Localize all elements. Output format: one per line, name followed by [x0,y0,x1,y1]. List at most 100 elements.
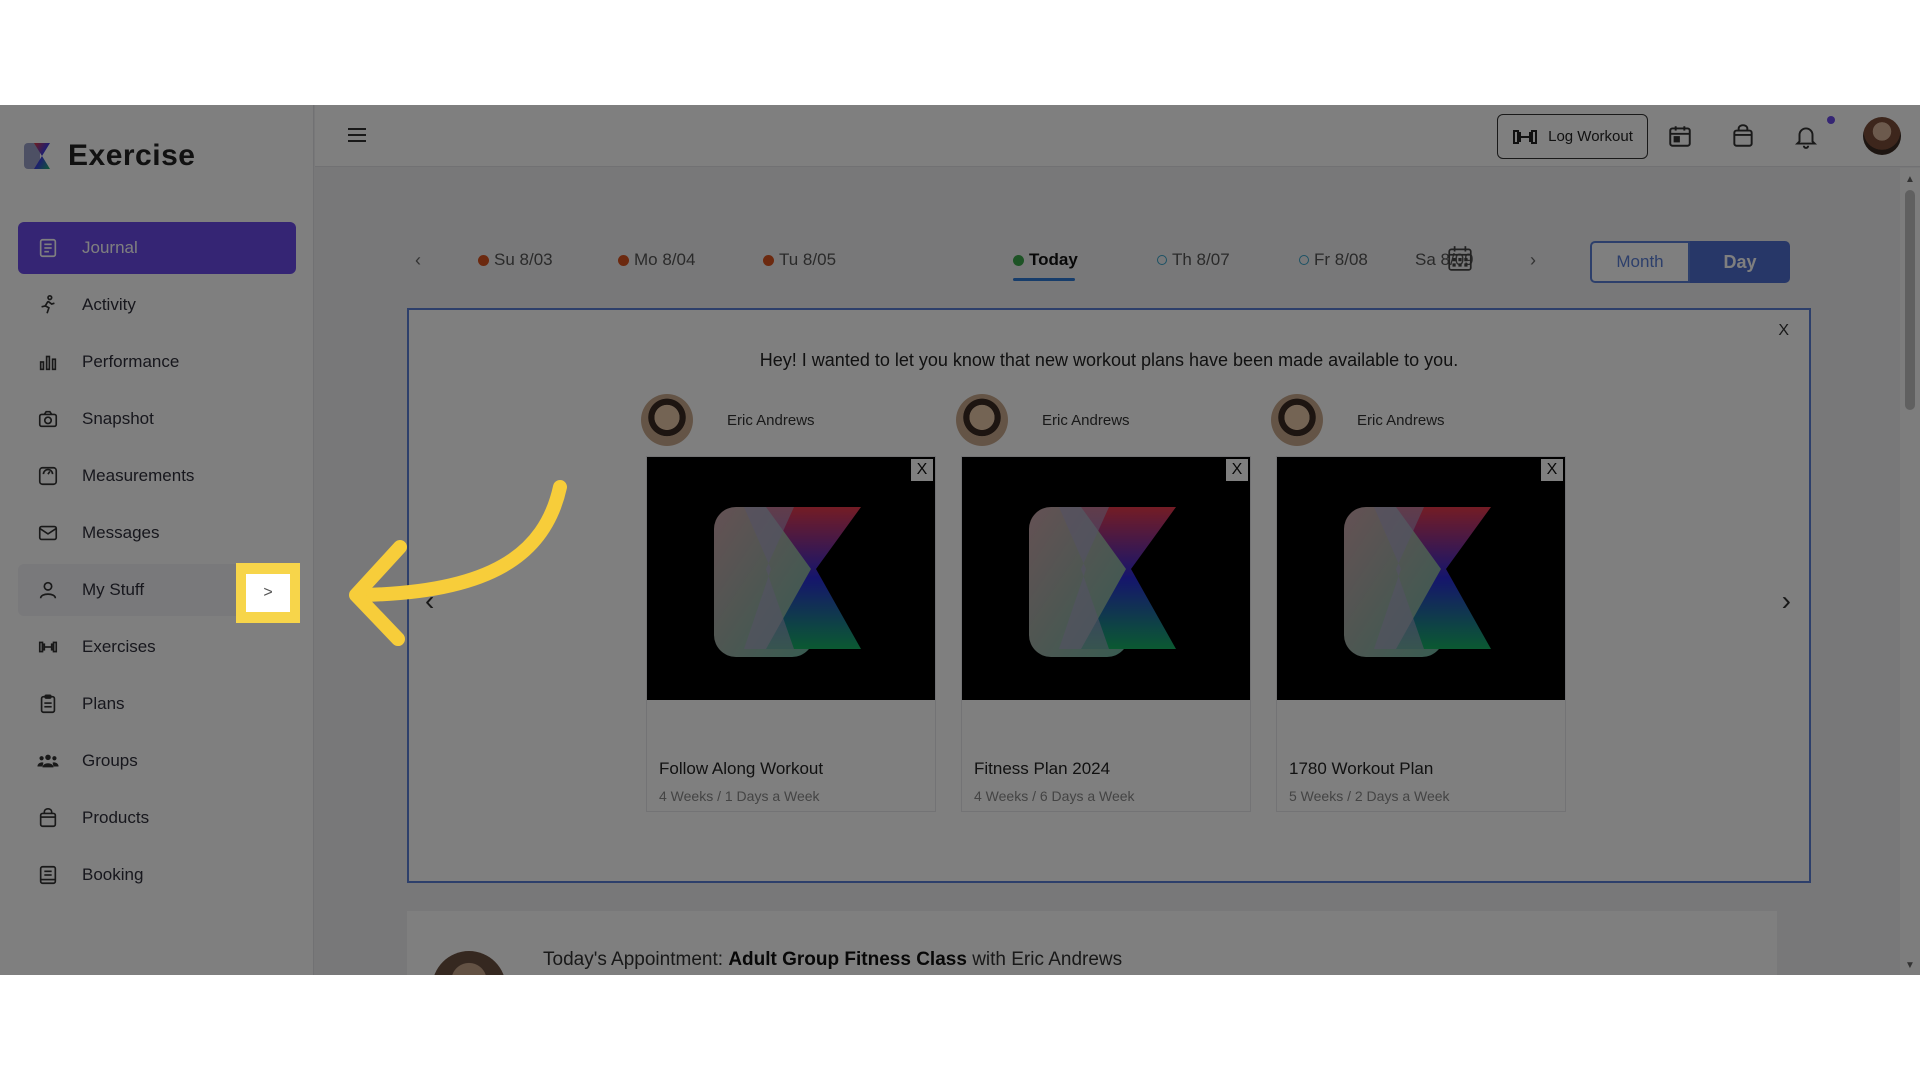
coach-avatar [1271,394,1323,446]
date-tab-tu[interactable]: Tu 8/05 [763,250,836,270]
date-label: Mo 8/04 [634,250,696,269]
user-avatar[interactable] [1863,117,1901,155]
carousel-next-button[interactable]: › [1782,585,1791,617]
sidebar-item-plans[interactable]: Plans [18,678,296,730]
plan-logo-icon [1029,506,1176,657]
coach-info: Eric Andrews [641,392,931,448]
date-label: Today [1029,250,1078,269]
card-close-button[interactable]: X [1541,459,1563,481]
announcement-close-button[interactable]: X [1778,322,1789,340]
status-dot [1013,254,1024,266]
date-label: Tu 8/05 [779,250,837,269]
dumbbell-icon [1513,129,1538,144]
appointment-suffix: with Eric Andrews [972,949,1123,970]
date-navigation: ‹ Su 8/03 Mo 8/04 Tu 8/05 Today Th 8/07 … [405,236,1790,284]
plan-logo-icon [714,506,861,657]
scrollbar-thumb[interactable] [1905,190,1915,410]
coach-name: Eric Andrews [1357,411,1445,429]
plan-title: 1780 Workout Plan [1289,759,1434,778]
calendar-picker-icon[interactable] [1447,244,1473,272]
plan-duration: 4 Weeks / 6 Days a Week [974,788,1135,804]
brand-logo-icon [24,143,50,169]
sidebar-item-label: Journal [82,238,138,257]
log-workout-label: Log Workout [1548,128,1633,145]
chevron-right-icon: > [246,574,290,612]
brand-name: Exercise [68,139,196,172]
sidebar-item-label: My Stuff [82,580,145,599]
calendar-icon[interactable] [1667,123,1693,149]
date-tab-today[interactable]: Today [1013,250,1078,270]
status-ring [1299,255,1309,265]
active-tab-underline [1013,278,1075,281]
date-label: Su 8/03 [494,250,553,269]
month-view-button[interactable]: Month [1590,241,1690,283]
plan-card[interactable]: X Follow Along Workout 4 Weeks / 1 Days … [646,456,936,812]
sidebar: Exercise Journal Activity Performance Sn… [0,105,314,975]
card-close-button[interactable]: X [1226,459,1248,481]
journal-icon [36,236,60,260]
card-close-button[interactable]: X [911,459,933,481]
sidebar-item-measurements[interactable]: Measurements [18,450,296,502]
appointment-prefix: Today's Appointment: [543,949,724,970]
prev-week-button[interactable]: ‹ [415,250,421,271]
sidebar-item-label: Activity [82,295,136,314]
plan-card[interactable]: X 1780 Workout Plan 5 Weeks / 2 Days a W… [1276,456,1566,812]
scale-icon [36,464,60,488]
performance-icon [36,350,60,374]
plan-logo-icon [1344,506,1491,657]
plan-title: Follow Along Workout [659,759,824,778]
user-icon [36,578,60,602]
sidebar-item-label: Booking [82,865,144,884]
hamburger-menu-icon[interactable] [345,123,369,147]
clipboard-icon [36,692,60,716]
coach-info: Eric Andrews [1271,392,1561,448]
sidebar-item-messages[interactable]: Messages [18,507,296,559]
workout-plans-announcement: X Hey! I wanted to let you know that new… [407,308,1811,883]
plan-card-wrapper: Eric Andrews X Fitness Plan 2024 4 Weeks… [956,392,1251,812]
appointment-text: Today's Appointment: Adult Group Fitness… [543,949,1122,971]
my-stuff-expand-button[interactable]: > [236,563,300,623]
coach-name: Eric Andrews [727,411,815,429]
app-window: Exercise Journal Activity Performance Sn… [0,105,1920,975]
brand[interactable]: Exercise [22,139,195,173]
shop-icon[interactable] [1730,123,1756,149]
date-tab-mo[interactable]: Mo 8/04 [618,250,695,270]
camera-icon [36,407,60,431]
next-week-button[interactable]: › [1530,250,1536,271]
book-icon [36,863,60,887]
date-tab-fr[interactable]: Fr 8/08 [1299,250,1368,270]
date-tab-th[interactable]: Th 8/07 [1157,250,1230,270]
coach-avatar [956,394,1008,446]
sidebar-item-products[interactable]: Products [18,792,296,844]
sidebar-item-snapshot[interactable]: Snapshot [18,393,296,445]
sidebar-item-groups[interactable]: Groups [18,735,296,787]
page-scrollbar[interactable]: ▲ ▼ [1900,168,1920,975]
coach-name: Eric Andrews [1042,411,1130,429]
sidebar-item-journal[interactable]: Journal [18,222,296,274]
plan-duration: 5 Weeks / 2 Days a Week [1289,788,1450,804]
coach-avatar [641,394,693,446]
sidebar-item-performance[interactable]: Performance [18,336,296,388]
log-workout-button[interactable]: Log Workout [1497,114,1648,159]
activity-icon [36,293,60,317]
sidebar-item-exercises[interactable]: Exercises [18,621,296,673]
bell-icon[interactable] [1793,123,1819,149]
scroll-down-icon[interactable]: ▼ [1905,960,1915,971]
sidebar-item-label: Groups [82,751,138,770]
date-tab-su[interactable]: Su 8/03 [478,250,553,270]
sidebar-item-activity[interactable]: Activity [18,279,296,331]
plan-thumbnail: X [962,457,1250,700]
day-view-button[interactable]: Day [1690,241,1790,283]
plan-card-wrapper: Eric Andrews X Follow Along Workout 4 We… [641,392,936,812]
sidebar-item-label: Snapshot [82,409,154,428]
group-icon [36,749,60,773]
mail-icon [36,521,60,545]
plan-thumbnail: X [1277,457,1565,700]
plan-duration: 4 Weeks / 1 Days a Week [659,788,820,804]
sidebar-item-booking[interactable]: Booking [18,849,296,901]
plan-card[interactable]: X Fitness Plan 2024 4 Weeks / 6 Days a W… [961,456,1251,812]
scroll-up-icon[interactable]: ▲ [1905,174,1915,185]
appointment-card[interactable]: Today's Appointment: Adult Group Fitness… [407,911,1777,975]
date-label: Fr 8/08 [1314,250,1368,269]
appointment-avatar [432,951,506,975]
